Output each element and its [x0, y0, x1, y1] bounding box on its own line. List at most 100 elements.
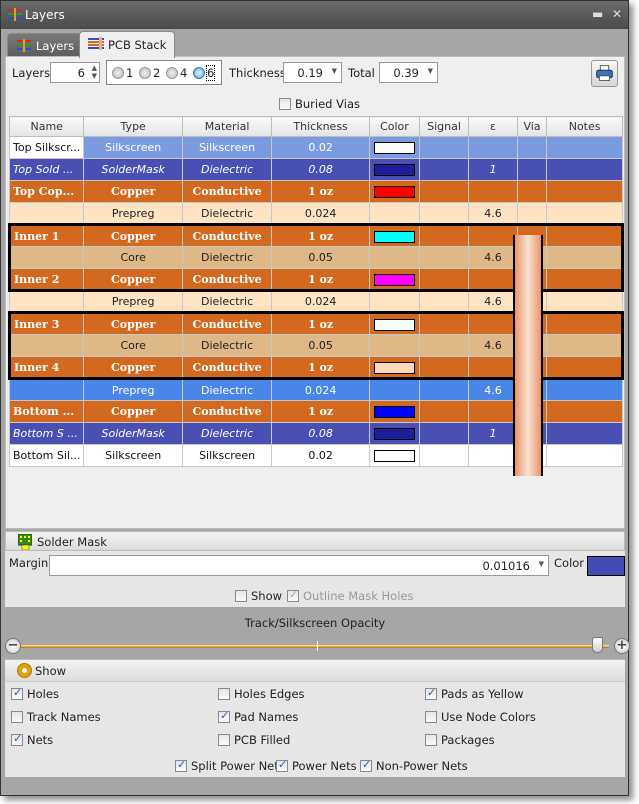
cell-material[interactable]: Dielectric — [181, 378, 273, 401]
cell-type[interactable]: SolderMask — [83, 422, 183, 445]
show-option-checkbox[interactable]: Nets — [11, 732, 53, 747]
cell-eps[interactable]: 4.6 — [468, 334, 518, 357]
cell-name[interactable]: Inner 1 — [7, 223, 85, 247]
cell-material[interactable]: Conductive — [181, 223, 273, 247]
show-option-checkbox[interactable]: Pad Names — [218, 709, 298, 724]
cell-via[interactable] — [516, 180, 548, 203]
cell-eps[interactable]: 4.6 — [468, 202, 518, 225]
show-mask-checkbox[interactable]: Show — [235, 589, 282, 603]
chevron-down-icon[interactable]: ▼ — [539, 560, 544, 568]
cell-color[interactable] — [368, 400, 420, 423]
cell-name[interactable]: Top Cop... — [8, 180, 85, 203]
chevron-down-icon[interactable]: ▼ — [332, 67, 337, 75]
cell-thickness[interactable]: 1 oz — [271, 356, 370, 380]
cell-material[interactable]: Dielectric — [181, 202, 273, 225]
color-swatch[interactable] — [373, 406, 415, 418]
cell-material[interactable]: Conductive — [181, 180, 273, 203]
cell-signal[interactable] — [418, 334, 470, 357]
show-option-checkbox[interactable]: Use Node Colors — [425, 710, 536, 724]
color-swatch[interactable] — [373, 318, 415, 331]
cell-name[interactable] — [8, 202, 85, 225]
checkbox[interactable] — [11, 711, 23, 723]
checkbox[interactable] — [287, 588, 299, 602]
cell-thickness[interactable]: 0.02 — [271, 444, 370, 467]
cell-notes[interactable] — [546, 180, 623, 203]
cell-material[interactable]: Dielectric — [181, 158, 273, 181]
tab-pcb-stack[interactable]: PCB Stack — [79, 31, 176, 58]
decrease-opacity-button[interactable]: − — [5, 638, 21, 654]
cell-signal[interactable] — [418, 223, 470, 247]
cell-material[interactable]: Dielectric — [181, 334, 273, 357]
table-row[interactable]: Prepreg Dielectric 0.024 4.6 — [8, 202, 623, 225]
cell-eps[interactable]: 4.6 — [468, 378, 518, 401]
spin-arrows-icon[interactable]: ▲ ▼ — [92, 64, 97, 80]
cell-name[interactable] — [8, 378, 85, 401]
outline-mask-holes-checkbox[interactable]: Outline Mask Holes — [287, 588, 413, 603]
checkbox[interactable] — [218, 688, 230, 700]
cell-thickness[interactable]: 0.08 — [271, 158, 370, 181]
checkbox[interactable] — [175, 758, 187, 772]
cell-material[interactable]: Conductive — [181, 311, 273, 335]
cell-material[interactable]: Dielectric — [181, 246, 273, 269]
cell-signal[interactable] — [418, 378, 470, 401]
net-option-checkbox[interactable]: Non-Power Nets — [360, 758, 468, 773]
show-option-checkbox[interactable]: Holes — [11, 686, 59, 701]
tab-layers[interactable]: Layers — [7, 33, 84, 57]
cell-eps[interactable]: 4.6 — [468, 246, 518, 269]
cell-thickness[interactable]: 1 oz — [271, 223, 370, 247]
cell-type[interactable]: Core — [83, 334, 183, 357]
cell-signal[interactable] — [418, 422, 470, 445]
cell-eps[interactable] — [468, 356, 518, 380]
column-header-epsilon[interactable]: ε — [468, 116, 518, 137]
opacity-slider-thumb[interactable] — [592, 637, 604, 653]
cell-thickness[interactable]: 0.024 — [271, 202, 370, 225]
radio-6[interactable]: 6 — [193, 65, 216, 81]
cell-material[interactable]: Conductive — [181, 356, 273, 380]
table-row[interactable]: Top Sold ... SolderMask Dielectric 0.08 1 — [8, 158, 623, 181]
cell-name[interactable]: Top Sold ... — [8, 158, 85, 181]
column-header-via[interactable]: Via — [516, 116, 548, 137]
checkbox[interactable] — [425, 711, 437, 723]
cell-signal[interactable] — [418, 180, 470, 203]
cell-type[interactable]: Core — [83, 246, 183, 269]
cell-name[interactable] — [8, 290, 85, 313]
cell-signal[interactable] — [418, 290, 470, 313]
increase-opacity-button[interactable]: + — [614, 638, 630, 654]
cell-eps[interactable] — [468, 223, 518, 247]
cell-color[interactable] — [368, 180, 420, 203]
cell-name[interactable]: Inner 4 — [7, 356, 85, 380]
color-swatch[interactable] — [373, 428, 415, 440]
buried-vias-checkbox[interactable]: Buried Vias — [279, 97, 360, 111]
net-option-checkbox[interactable]: Split Power Nets — [175, 758, 285, 773]
cell-eps[interactable] — [468, 136, 518, 159]
checkbox[interactable] — [218, 734, 230, 746]
checkbox[interactable] — [11, 732, 23, 746]
cell-color[interactable] — [368, 334, 420, 357]
cell-thickness[interactable]: 0.024 — [271, 290, 370, 313]
cell-thickness[interactable]: 1 oz — [271, 268, 370, 292]
cell-signal[interactable] — [418, 444, 470, 467]
cell-type[interactable]: Copper — [83, 180, 183, 203]
net-option-checkbox[interactable]: Power Nets — [276, 758, 357, 773]
column-header-notes[interactable]: Notes — [546, 116, 623, 137]
checkbox[interactable] — [11, 686, 23, 700]
radio-2[interactable]: 2 — [139, 66, 160, 80]
cell-notes[interactable] — [546, 444, 623, 467]
cell-name[interactable]: Bottom Sil... — [8, 444, 85, 467]
cell-eps[interactable] — [468, 311, 518, 335]
cell-eps[interactable] — [468, 444, 518, 467]
cell-material[interactable]: Conductive — [181, 400, 273, 423]
cell-signal[interactable] — [418, 202, 470, 225]
cell-notes[interactable] — [546, 158, 623, 181]
cell-type[interactable]: SolderMask — [83, 158, 183, 181]
cell-signal[interactable] — [418, 246, 470, 269]
cell-name[interactable]: Inner 3 — [7, 311, 85, 335]
cell-eps[interactable] — [468, 268, 518, 292]
cell-color[interactable] — [368, 378, 420, 401]
column-header-thickness[interactable]: Thickness — [271, 116, 370, 137]
cell-name[interactable]: Bottom ... — [8, 400, 85, 423]
opacity-slider-track[interactable] — [19, 645, 609, 648]
cell-material[interactable]: Silkscreen — [181, 444, 273, 467]
cell-type[interactable]: Copper — [83, 268, 183, 292]
cell-material[interactable]: Dielectric — [181, 422, 273, 445]
